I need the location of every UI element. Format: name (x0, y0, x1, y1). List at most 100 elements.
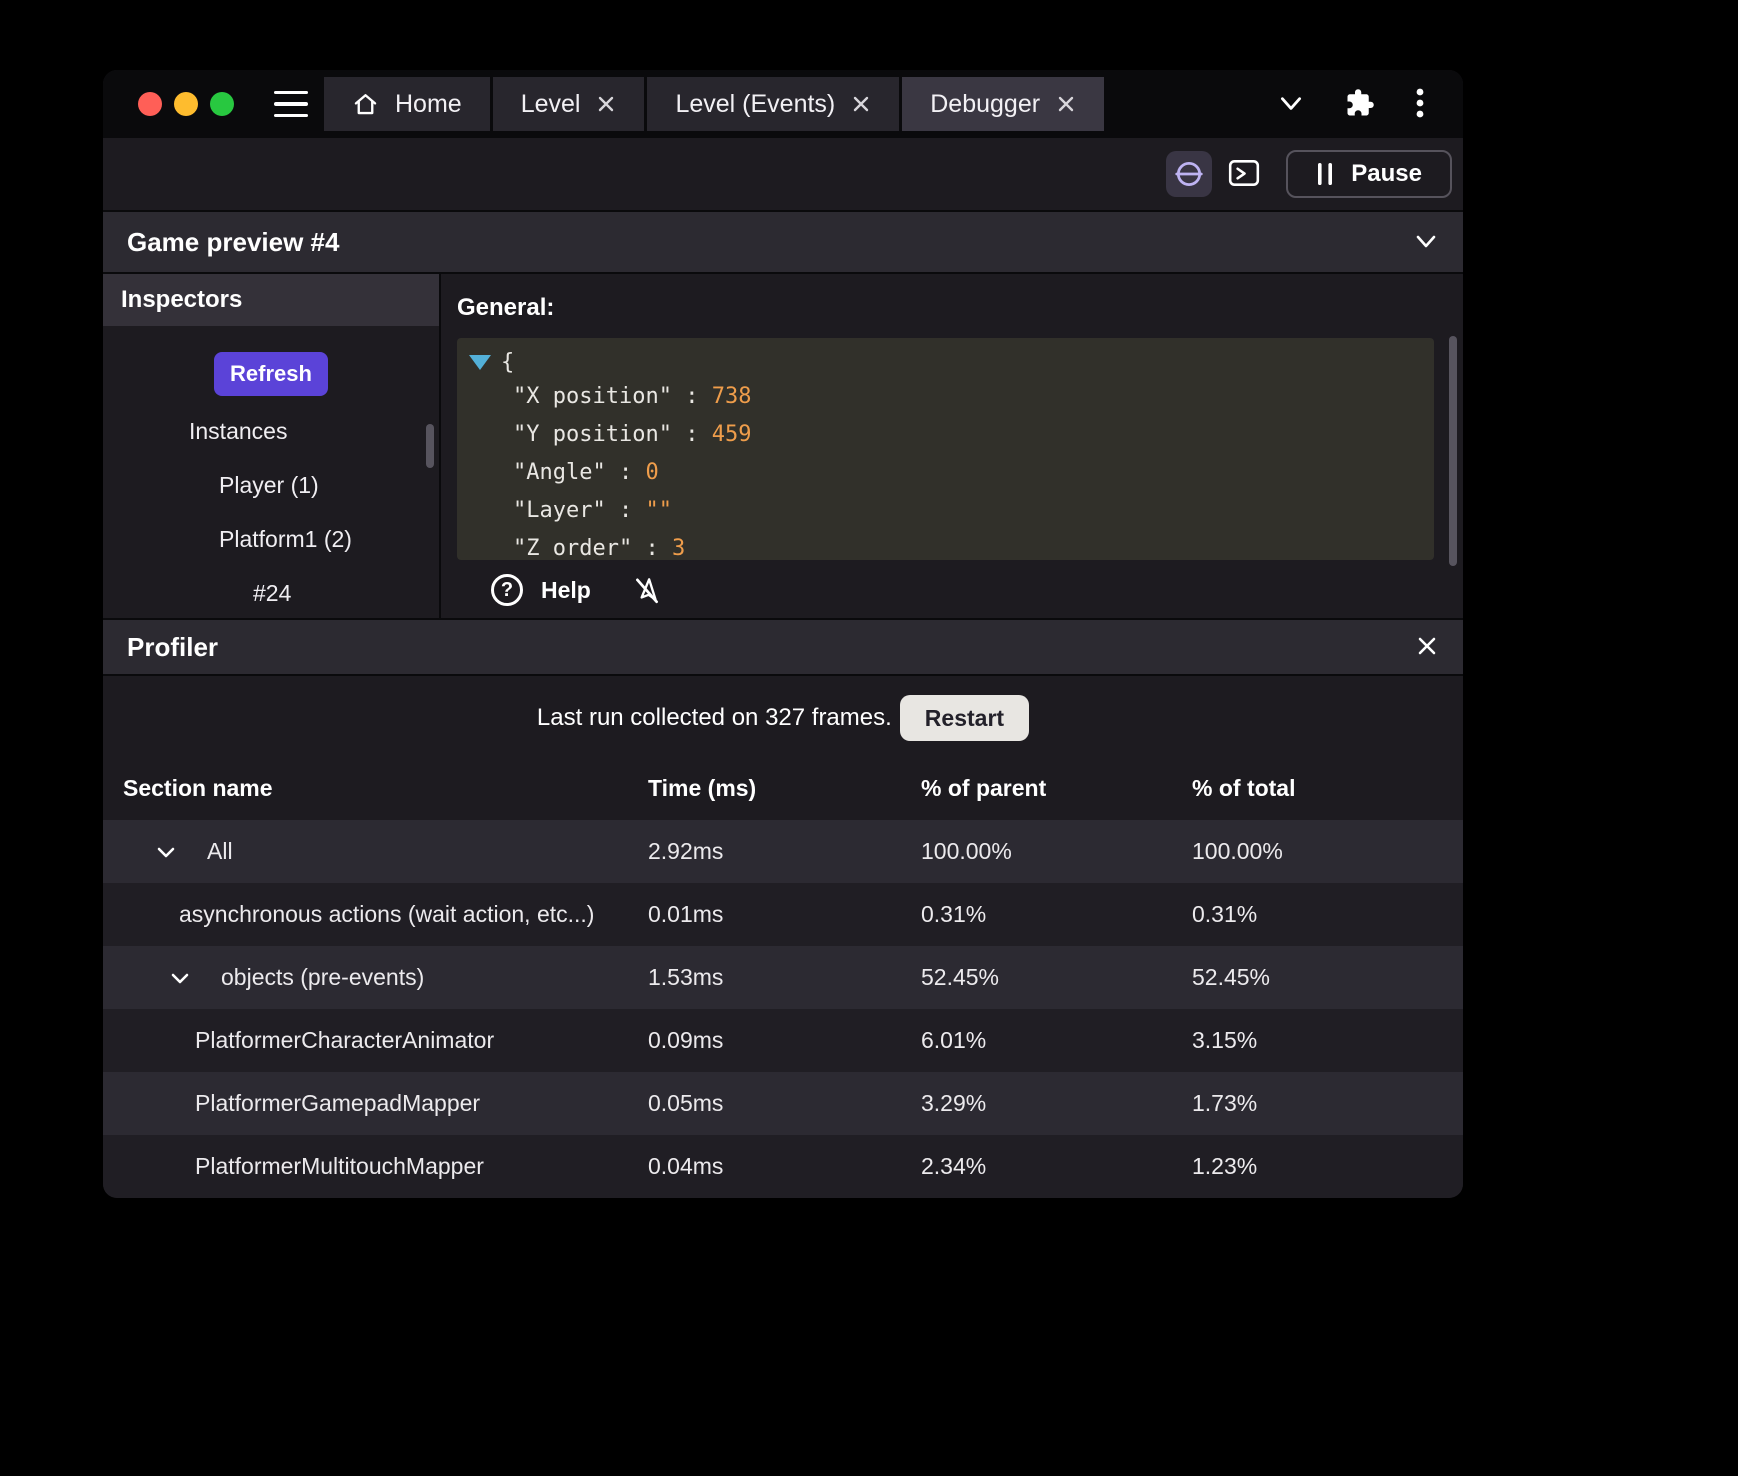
more-options-button[interactable] (1415, 87, 1425, 122)
general-title: General: (457, 294, 1463, 322)
column-header-percent-total: % of total (1192, 775, 1463, 802)
section-percent-total: 3.15% (1192, 1027, 1463, 1054)
minimize-window-button[interactable] (174, 92, 198, 116)
section-percent-total: 100.00% (1192, 838, 1463, 865)
profiler-section-header: Profiler (103, 618, 1463, 676)
titlebar: Home Level Level (Events) Debugger (103, 70, 1463, 138)
profiler-table-body: All 2.92ms 100.00% 100.00% asynchronous … (103, 820, 1463, 1198)
crossed-cursor-icon (631, 574, 663, 606)
pause-icon (1316, 161, 1334, 187)
help-row: ? Help (457, 574, 1463, 606)
help-button[interactable]: ? Help (491, 574, 591, 606)
property-separator: : (606, 498, 646, 523)
json-property-row: "X position" : 738 (469, 378, 1422, 416)
tab-level[interactable]: Level (493, 77, 645, 131)
close-icon[interactable] (851, 94, 871, 114)
property-value: 738 (712, 384, 752, 409)
hamburger-icon (274, 91, 308, 118)
json-property-row: "Angle" : 0 (469, 454, 1422, 492)
help-label: Help (541, 577, 591, 604)
section-percent-parent: 100.00% (921, 838, 1192, 865)
collapse-tabs-button[interactable] (1277, 89, 1305, 120)
profiler-table-header: Section name Time (ms) % of parent % of … (103, 765, 1463, 812)
property-key: "Z order" (513, 536, 632, 560)
section-percent-total: 1.23% (1192, 1153, 1463, 1180)
json-property-row: "Layer" : "" (469, 492, 1422, 530)
close-window-button[interactable] (138, 92, 162, 116)
console-icon (1227, 156, 1261, 190)
section-percent-total: 0.31% (1192, 901, 1463, 928)
disable-picker-button[interactable] (631, 574, 663, 606)
inspectors-scrollbar-thumb[interactable] (426, 424, 434, 468)
game-preview-title: Game preview #4 (127, 227, 339, 258)
property-separator: : (672, 422, 712, 447)
property-value: "" (645, 498, 672, 523)
refresh-button[interactable]: Refresh (214, 352, 328, 396)
close-icon[interactable] (596, 94, 616, 114)
tree-item-instance-24[interactable]: #24 (103, 566, 439, 618)
app-window: Home Level Level (Events) Debugger (103, 70, 1463, 1198)
property-key: "Layer" (513, 498, 606, 523)
profiler-content: Last run collected on 327 frames. Restar… (103, 676, 1463, 1198)
tree-item-player[interactable]: Player (1) (103, 458, 439, 512)
section-percent-parent: 2.34% (921, 1153, 1192, 1180)
table-row[interactable]: PlatformerMultitouchMapper 0.04ms 2.34% … (103, 1135, 1463, 1198)
chevron-down-icon[interactable] (167, 965, 193, 991)
debugger-main: Inspectors Refresh Instances Player (1) … (103, 274, 1463, 618)
pause-button[interactable]: Pause (1286, 150, 1452, 198)
inspectors-title: Inspectors (121, 286, 242, 314)
section-percent-total: 1.73% (1192, 1090, 1463, 1117)
collapse-triangle-icon[interactable] (469, 355, 491, 370)
table-row[interactable]: PlatformerGamepadMapper 0.05ms 3.29% 1.7… (103, 1072, 1463, 1135)
zoom-window-button[interactable] (210, 92, 234, 116)
close-icon[interactable] (1056, 94, 1076, 114)
section-name: objects (pre-events) (221, 964, 424, 991)
section-name: PlatformerMultitouchMapper (195, 1153, 484, 1180)
kebab-menu-icon (1415, 87, 1425, 119)
table-row[interactable]: All 2.92ms 100.00% 100.00% (103, 820, 1463, 883)
json-property-row: "Z order" : 3 (469, 530, 1422, 560)
column-header-section-name: Section name (103, 775, 648, 802)
restart-button[interactable]: Restart (900, 695, 1029, 741)
tree-item-instances[interactable]: Instances (103, 404, 439, 458)
section-name: PlatformerGamepadMapper (195, 1090, 480, 1117)
column-header-time: Time (ms) (648, 775, 921, 802)
section-percent-parent: 0.31% (921, 901, 1192, 928)
pause-button-label: Pause (1351, 160, 1422, 188)
tree-item-platform1[interactable]: Platform1 (2) (103, 512, 439, 566)
profiler-status-row: Last run collected on 327 frames. Restar… (103, 695, 1463, 741)
general-scrollbar-thumb[interactable] (1449, 336, 1457, 566)
chevron-down-icon[interactable] (153, 839, 179, 865)
close-profiler-button[interactable] (1415, 634, 1439, 661)
extensions-button[interactable] (1345, 88, 1375, 121)
pause-on-error-button[interactable] (1166, 151, 1212, 197)
section-name: asynchronous actions (wait action, etc..… (179, 901, 594, 928)
table-row[interactable]: asynchronous actions (wait action, etc..… (103, 883, 1463, 946)
json-property-row: "Y position" : 459 (469, 416, 1422, 454)
tab-bar: Home Level Level (Events) Debugger (324, 77, 1104, 131)
property-value: 3 (672, 536, 685, 560)
property-separator: : (672, 384, 712, 409)
table-row[interactable]: PlatformerCharacterAnimator 0.09ms 6.01%… (103, 1009, 1463, 1072)
inspectors-panel: Inspectors Refresh Instances Player (1) … (103, 274, 441, 618)
json-open-brace: { (501, 350, 514, 375)
tab-level-events[interactable]: Level (Events) (647, 77, 899, 131)
general-panel: General: { "X position" : 738 "Y positio… (441, 274, 1463, 618)
titlebar-actions (1277, 87, 1463, 122)
tab-label: Home (395, 90, 462, 119)
debugger-toolbar: Pause (103, 138, 1463, 210)
main-menu-button[interactable] (274, 91, 308, 118)
open-console-button[interactable] (1227, 156, 1261, 193)
tab-label: Level (521, 90, 581, 119)
tree-item-label: Player (1) (219, 472, 319, 499)
instance-properties-json: { "X position" : 738 "Y position" : 459 … (457, 338, 1434, 560)
chevron-down-icon (1277, 89, 1305, 117)
tab-home[interactable]: Home (324, 77, 490, 131)
section-percent-total: 52.45% (1192, 964, 1463, 991)
table-row[interactable]: objects (pre-events) 1.53ms 52.45% 52.45… (103, 946, 1463, 1009)
inspectors-header: Inspectors (103, 274, 439, 326)
collapse-preview-button[interactable] (1413, 228, 1439, 257)
game-preview-section-header: Game preview #4 (103, 210, 1463, 274)
tab-debugger[interactable]: Debugger (902, 77, 1104, 131)
help-icon: ? (491, 574, 523, 606)
